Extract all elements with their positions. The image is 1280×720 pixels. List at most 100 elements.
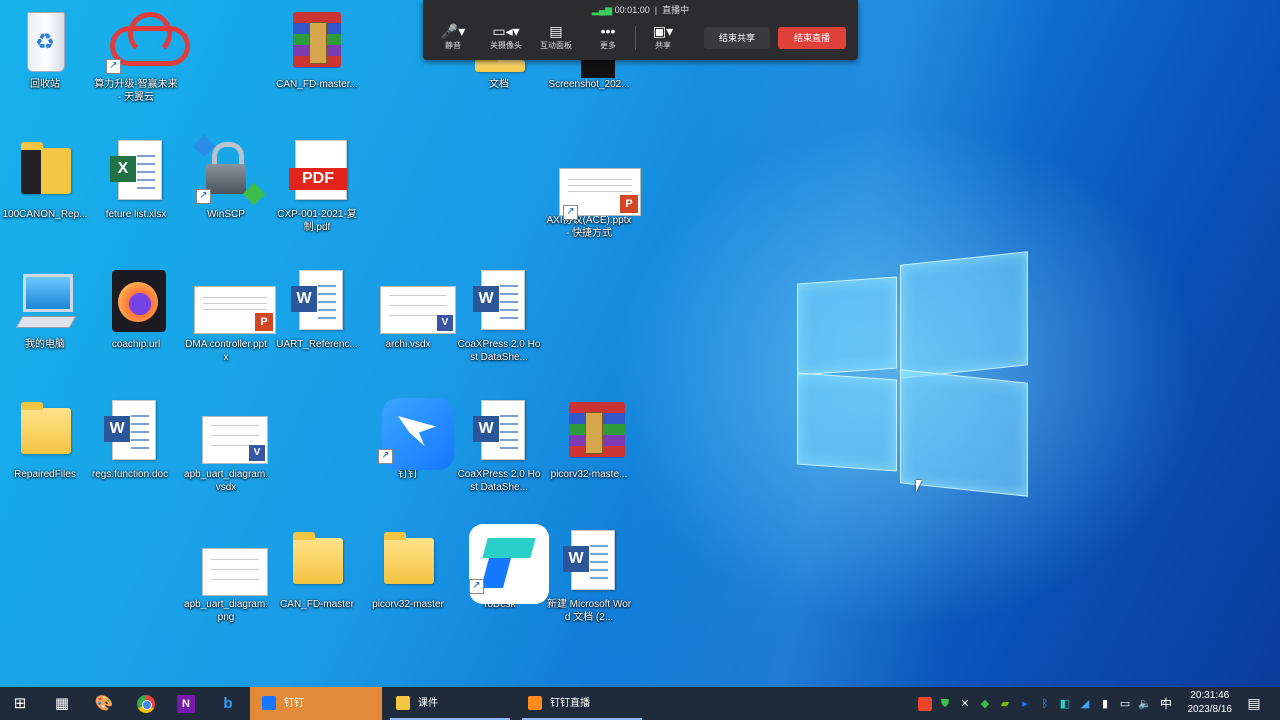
recycle-bin-icon: ♻ <box>13 8 77 72</box>
live-status-text: 直播中 <box>662 5 690 15</box>
windows-logo-pane <box>900 251 1028 379</box>
paint-icon[interactable]: 🎨 <box>84 687 124 720</box>
desktop-icon-pptx-shortcut[interactable]: P ↗ AXI协议(ACE).pptx - 快捷方式 <box>546 138 641 240</box>
taskbar-item-folder[interactable]: 课件 <box>384 687 516 720</box>
battery-icon[interactable]: ▭ <box>1118 697 1132 711</box>
desktop-icon-folder[interactable]: CAN_FD-master <box>274 528 360 611</box>
desktop-icon-winscp[interactable]: ↗ WinSCP <box>183 134 269 221</box>
camera-icon: ▭◂▾ <box>492 23 520 39</box>
microphone-icon[interactable]: ▮ <box>1098 697 1112 711</box>
desktop-icon-label: CXP-001-2021-复制.pdf <box>277 209 357 233</box>
ime-indicator[interactable]: 中 <box>1158 697 1174 711</box>
calculator-icon[interactable]: ▦ <box>42 687 82 720</box>
desktop-icon-png[interactable]: apb_uart_diagram.png <box>183 528 269 624</box>
desktop-icon-label: 文档 <box>489 79 509 90</box>
chrome-icon[interactable] <box>126 687 166 720</box>
shortcut-arrow-icon: ↗ <box>563 205 578 220</box>
desktop-icon-label: coachip.url <box>111 339 161 350</box>
signal-icon: ▂▄▆ <box>591 5 613 15</box>
desktop-icon-dingtalk[interactable]: ↗ 钉钉 <box>365 398 454 481</box>
taskbar-item-dingtalk[interactable]: 钉钉 <box>250 687 382 720</box>
start-icon[interactable]: ⊞ <box>0 687 40 720</box>
volume-icon[interactable]: 🔈 <box>1138 697 1152 711</box>
desktop-icon-label: WinSCP <box>207 209 245 220</box>
tray-app-icon[interactable]: ◧ <box>1058 697 1072 711</box>
toolbar-divider <box>635 26 636 50</box>
desktop-icon-label: apb_uart_diagram.png <box>184 599 268 623</box>
clock-date: 2023/8/16 <box>1187 704 1233 715</box>
desktop-icon-label: picorv32-maste... <box>550 469 628 480</box>
camera-off-button[interactable]: ▭◂▾ 关摄像头 <box>481 22 531 51</box>
bing-icon[interactable]: b <box>208 687 248 720</box>
cloud-icon: ↗ <box>104 8 190 74</box>
desktop-icon-folder[interactable]: 100CANON_Rep... <box>2 138 88 221</box>
visio-file-icon: V <box>194 398 268 464</box>
panel-icon: ▤ <box>549 23 563 39</box>
shortcut-arrow-icon: ↗ <box>469 579 484 594</box>
mouse-cursor-icon <box>916 480 922 492</box>
desktop-icon-docx[interactable]: W 新建 Microsoft Word 文档 (2... <box>546 528 632 624</box>
panel-label: 互动面板 <box>540 41 572 50</box>
desktop-icon-docx[interactable]: W CoaXPress 2.0 Host DataShe... <box>456 268 542 364</box>
image-file-icon <box>194 528 268 596</box>
desktop-icon-vsdx[interactable]: V apb_uart_diagram.vsdx <box>183 398 269 494</box>
desktop-icon-xlsx[interactable]: X feture list.xlsx <box>93 138 179 221</box>
microphone-icon: 🎤▾ <box>440 23 466 39</box>
onenote-icon[interactable]: N <box>166 687 206 720</box>
desktop-icon-pdf[interactable]: PDF CXP-001-2021-复制.pdf <box>274 138 360 234</box>
desktop-icon-vsdx[interactable]: V archi.vsdx <box>365 268 456 351</box>
desktop-icon-my-computer[interactable]: 我的电脑 <box>2 268 88 351</box>
desktop-icon-folder[interactable]: RepairedFiles <box>2 398 88 481</box>
desktop-icon-shortcut[interactable]: ↗ 算力升级-智赢未来 - 天翼云 <box>93 8 190 104</box>
tray-app-icon[interactable]: ▸ <box>1018 697 1032 711</box>
computer-icon <box>13 268 77 332</box>
desktop-icon-folder[interactable]: picorv32-master <box>365 528 451 611</box>
windows-logo-pane <box>900 369 1028 497</box>
end-share-button[interactable]: 结束共享 <box>704 27 770 49</box>
tray-app-icon[interactable]: ◆ <box>978 697 992 711</box>
task-label: 钉钉直播 <box>550 698 590 709</box>
taskbar-item-dingtalk-live[interactable]: 钉钉直播 <box>516 687 648 720</box>
tray-app-icon[interactable] <box>918 697 932 711</box>
folder-icon <box>285 528 349 592</box>
end-live-button[interactable]: 结束直播 <box>778 27 846 49</box>
bluetooth-icon[interactable]: ᛒ <box>1038 697 1052 711</box>
desktop-icon-docx[interactable]: W UART_Referenc... <box>274 268 360 351</box>
desktop-icon-todesk[interactable]: ↗ ToDesk <box>456 524 549 611</box>
desktop-icon-docx[interactable]: W CoaXPress 2.0 Host DataShe... <box>456 398 542 494</box>
clock[interactable]: 20:31:46 2023/8/16 <box>1188 689 1233 717</box>
powerpoint-file-icon: P ↗ <box>557 138 641 220</box>
winrar-archive-icon <box>557 398 625 462</box>
share-label: 共享 <box>655 41 671 50</box>
mute-button[interactable]: 🎤▾ 静音 <box>428 22 478 51</box>
desktop-icon-label: RepairedFiles <box>14 469 76 480</box>
desktop-icon-pptx[interactable]: P DMA controller.pptx <box>183 268 276 364</box>
word-file-icon: W <box>467 398 531 462</box>
more-button[interactable]: ••• 更多 <box>583 22 633 51</box>
winscp-icon: ↗ <box>192 134 266 206</box>
taskbar: ⊞ ▦ 🎨 N b 钉钉 课件 钉钉直播 ⛊ ✕ ◆ ▰ ▸ ᛒ ◧ ◢ ▮ ▭… <box>0 687 1280 720</box>
task-label: 钉钉 <box>284 698 304 709</box>
word-file-icon: W <box>285 268 349 332</box>
security-shield-icon[interactable]: ⛊ <box>938 697 952 711</box>
desktop-icon-url[interactable]: coachip.url <box>93 268 179 351</box>
nvidia-icon[interactable]: ▰ <box>998 697 1012 711</box>
desktop-icon-label: 我的电脑 <box>25 339 65 350</box>
desktop-icon-recycle-bin[interactable]: ♻ 回收站 <box>2 8 88 91</box>
desktop-icon-doc[interactable]: W regs.function.doc <box>87 398 173 481</box>
tray-app-icon[interactable]: ✕ <box>958 697 972 711</box>
desktop-icon-archive[interactable]: picorv32-maste... <box>546 398 632 481</box>
notification-icon[interactable]: ▤ <box>1234 687 1274 720</box>
dingtalk-icon[interactable]: ◢ <box>1078 697 1092 711</box>
interaction-panel-button[interactable]: ▤ 互动面板 <box>531 22 581 51</box>
share-button[interactable]: ▣▾ 共享 <box>638 22 688 51</box>
more-icon: ••• <box>600 23 616 39</box>
visio-file-icon: V <box>376 268 456 334</box>
folder-icon <box>396 696 410 711</box>
desktop-icon-label: regs.function.doc <box>91 469 169 480</box>
excel-file-icon: X <box>104 138 168 202</box>
desktop[interactable]: ♻ 回收站 100CANON_Rep... 我的电脑 RepairedFiles… <box>0 0 1280 687</box>
live-timer: 00:01:00 <box>614 5 650 15</box>
desktop-icon-archive[interactable]: CAN_FD-master... <box>274 8 360 91</box>
desktop-icon-label: 算力升级-智赢未来 - 天翼云 <box>94 79 178 103</box>
